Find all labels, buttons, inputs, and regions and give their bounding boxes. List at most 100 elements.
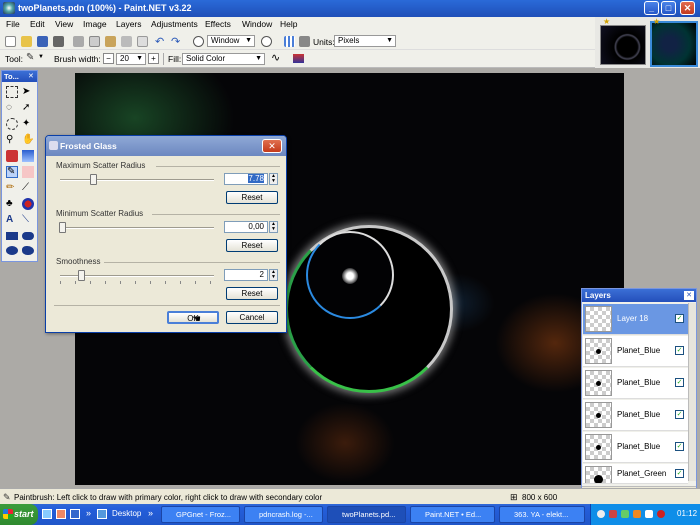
layer-visibility-checkbox[interactable]: ✓ [675,346,684,355]
layer-row[interactable]: Layer 18 ✓ [583,304,688,335]
menu-help[interactable]: Help [280,19,297,29]
menu-edit[interactable]: Edit [30,19,45,29]
ruler-icon[interactable] [299,36,310,47]
paste-icon[interactable] [105,36,116,47]
copy-icon[interactable] [89,36,100,47]
open-icon[interactable] [21,36,32,47]
quicklaunch-expand-icon[interactable]: » [86,508,91,518]
layer-row[interactable]: Planet_Blue ✓ [583,368,688,399]
brush-width-decrease-button[interactable]: − [103,53,114,64]
min-scatter-slider-track[interactable] [60,227,214,229]
color-picker-icon[interactable]: ⟋ [22,182,34,194]
grid-icon[interactable] [284,36,295,47]
taskbar-item[interactable]: 363. YA - elekt... [499,506,585,523]
layer-row[interactable]: Planet_Green ✓ [583,464,688,484]
magic-wand-icon[interactable]: ✦ [22,118,34,130]
zoom-tool-icon[interactable]: ⚲ [6,134,18,146]
smoothness-spinner[interactable]: ▲ ▼ [269,269,278,281]
rounded-rectangle-icon[interactable] [22,232,34,240]
menu-file[interactable]: File [6,19,20,29]
ellipse-icon[interactable] [6,246,18,255]
min-scatter-slider-thumb[interactable] [59,222,66,233]
cancel-button[interactable]: Cancel [226,311,278,324]
zoom-mode-dropdown[interactable]: Window ▼ [207,35,255,47]
layer-visibility-checkbox[interactable]: ✓ [675,442,684,451]
layer-visibility-checkbox[interactable]: ✓ [675,469,684,478]
tray-icon[interactable] [597,510,605,518]
smoothness-slider-thumb[interactable] [78,270,86,281]
crop-icon[interactable] [121,36,132,47]
units-dropdown[interactable]: Pixels ▼ [334,35,396,47]
move-selection-icon[interactable]: ➤ [22,86,34,98]
layers-close-icon[interactable]: ✕ [684,291,694,300]
quicklaunch-icon[interactable] [70,509,80,519]
text-icon[interactable]: A [6,214,18,226]
gradient-icon[interactable] [22,150,34,162]
deselect-icon[interactable] [137,36,148,47]
max-scatter-slider-track[interactable] [60,179,214,181]
max-scatter-slider-thumb[interactable] [89,174,97,185]
brush-width-dropdown[interactable]: 20 ▼ [116,53,146,65]
dialog-close-button[interactable]: ✕ [262,139,282,153]
menu-view[interactable]: View [55,19,73,29]
line-icon[interactable]: ⟍ [22,214,34,226]
alpha-blending-icon[interactable] [293,54,304,63]
tray-icon[interactable] [657,510,665,518]
image-tab-twoplanets[interactable] [600,25,646,65]
cut-icon[interactable] [73,36,84,47]
layer-row[interactable]: Planet_Blue ✓ [583,432,688,463]
antialiasing-icon[interactable]: ∿ [271,51,280,64]
zoom-in-icon[interactable] [261,36,272,47]
desktop-expand-icon[interactable]: » [148,508,153,518]
max-scatter-spinner[interactable]: ▲ ▼ [269,173,278,185]
menu-layers[interactable]: Layers [116,19,142,29]
freeform-shape-icon[interactable] [22,246,34,255]
menu-effects[interactable]: Effects [205,19,231,29]
max-scatter-reset-button[interactable]: Reset [226,191,278,204]
layer-row[interactable]: Planet_Blue ✓ [583,336,688,367]
start-button[interactable]: start [0,504,38,525]
min-scatter-reset-button[interactable]: Reset [226,239,278,252]
close-button[interactable]: ✕ [680,1,695,15]
taskbar-item[interactable]: twoPlanets.pd... [327,506,406,523]
save-icon[interactable] [37,36,48,47]
paintbrush-tool-icon[interactable]: ✎ [26,52,34,63]
layer-visibility-checkbox[interactable]: ✓ [675,410,684,419]
print-icon[interactable] [53,36,64,47]
menu-window[interactable]: Window [242,19,272,29]
paintbrush-icon[interactable]: ✎ [6,166,18,178]
pan-icon[interactable]: ✋ [22,134,34,146]
layer-visibility-checkbox[interactable]: ✓ [675,314,684,323]
pencil-icon[interactable]: ✏ [6,182,18,194]
ellipse-select-icon[interactable] [6,118,18,130]
taskbar-item[interactable]: pdncrash.log -... [244,506,323,523]
paint-bucket-icon[interactable] [6,150,18,162]
max-scatter-input[interactable]: 7.78 [224,173,268,185]
undo-icon[interactable]: ↶ [155,35,164,48]
clone-stamp-icon[interactable]: ♣ [6,198,18,210]
desktop-toolbar-label[interactable]: Desktop [112,509,141,518]
quicklaunch-icon[interactable] [56,509,66,519]
layer-row[interactable]: Planet_Blue ✓ [583,400,688,431]
tray-icon[interactable] [609,510,617,518]
brush-width-increase-button[interactable]: + [148,53,159,64]
min-scatter-spinner[interactable]: ▲ ▼ [269,221,278,233]
tools-close-icon[interactable]: ✕ [28,72,34,80]
zoom-icon[interactable] [193,36,204,47]
image-tab-active[interactable] [650,21,698,67]
menu-adjustments[interactable]: Adjustments [151,19,198,29]
new-icon[interactable] [5,36,16,47]
min-scatter-input[interactable]: 0,00 [224,221,268,233]
fill-dropdown[interactable]: Solid Color ▼ [182,53,265,65]
tray-icon[interactable] [633,510,641,518]
smoothness-input[interactable]: 2 [224,269,268,281]
taskbar-item[interactable]: GPGnet - Froz... [161,506,240,523]
rectangle-select-icon[interactable] [6,86,18,98]
taskbar-item[interactable]: Paint.NET • Ed... [410,506,495,523]
layers-scrollbar[interactable] [688,303,696,481]
recolor-icon[interactable] [22,198,34,210]
redo-icon[interactable]: ↷ [171,35,180,48]
tray-icon[interactable] [645,510,653,518]
maximize-button[interactable]: □ [661,1,676,15]
tray-icon[interactable] [621,510,629,518]
